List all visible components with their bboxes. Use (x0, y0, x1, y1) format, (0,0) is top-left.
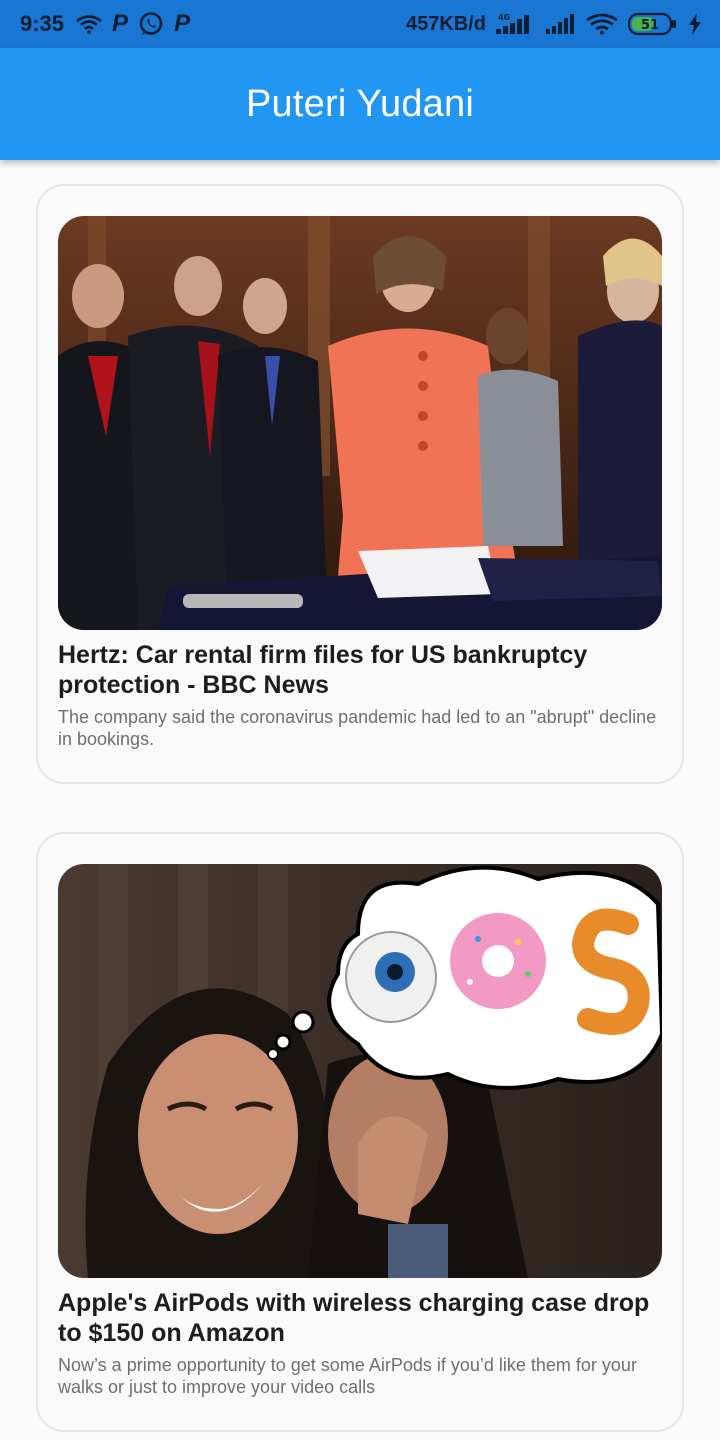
signal-icon (546, 13, 576, 35)
article-title[interactable]: Apple's AirPods with wireless charging c… (58, 1288, 668, 1348)
charging-icon (688, 13, 702, 35)
signal-4g-icon: 4G (496, 12, 536, 36)
battery-level: 51 (641, 18, 659, 33)
network-type-label: 4G (498, 13, 510, 22)
article-card[interactable]: Hertz: Car rental firm files for US bank… (36, 184, 684, 784)
article-title[interactable]: Hertz: Car rental firm files for US bank… (58, 640, 668, 700)
app-title: Puteri Yudani (246, 82, 474, 125)
status-right: 457KB/d 4G 51 (406, 12, 702, 36)
article-description: Now’s a prime opportunity to get some Ai… (58, 1355, 637, 1397)
wifi-icon (76, 14, 102, 34)
status-time: 9:35 (20, 11, 65, 36)
p-app-icon: P (174, 10, 191, 37)
article-image (58, 216, 662, 630)
app-bar: Puteri Yudani (0, 48, 720, 160)
status-left: 9:35 P P (20, 11, 200, 37)
article-description: The company said the coronavirus pandemi… (58, 707, 657, 749)
wifi-icon (586, 13, 618, 35)
whatsapp-icon (138, 11, 164, 37)
battery-icon: 51 (628, 12, 678, 36)
article-card[interactable]: Apple's AirPods with wireless charging c… (36, 832, 684, 1432)
status-bar: 9:35 P P 457KB/d 4G 51 (0, 0, 720, 48)
article-image (58, 864, 662, 1278)
p-app-icon: P (112, 10, 129, 37)
network-speed: 457KB/d (405, 12, 486, 35)
